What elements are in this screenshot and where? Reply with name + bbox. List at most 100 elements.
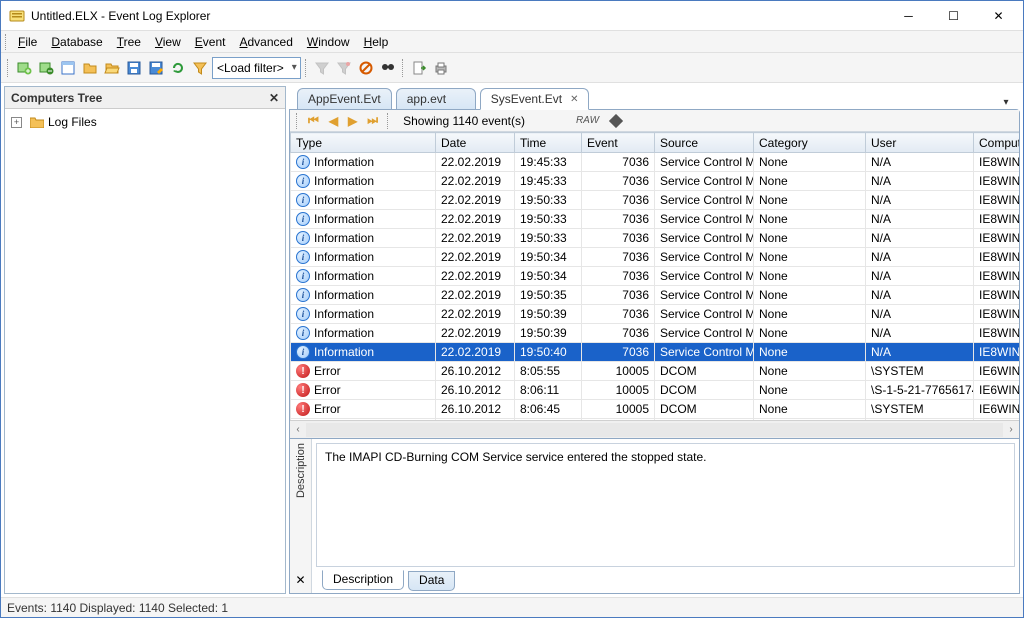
menu-file[interactable]: File [11, 33, 44, 51]
tab-page: ⏮ ◀ ▶ ⏭ Showing 1140 event(s) RAW Type D… [289, 109, 1020, 594]
filter-custom-icon[interactable] [334, 58, 354, 78]
col-category[interactable]: Category [754, 133, 866, 153]
open-log-icon[interactable] [14, 58, 34, 78]
open-folder-icon[interactable] [102, 58, 122, 78]
tab-appevt[interactable]: app.evt [396, 88, 476, 110]
cell-date: 22.02.2019 [436, 324, 515, 343]
cell-source: Service Control Manag [655, 324, 754, 343]
tab-data[interactable]: Data [408, 571, 455, 591]
clear-filter-icon[interactable] [356, 58, 376, 78]
cell-computer: IE8WINXP [974, 172, 1020, 191]
event-grid-wrap[interactable]: Type Date Time Event Source Category Use… [290, 132, 1019, 420]
col-event[interactable]: Event [582, 133, 655, 153]
filter-apply-icon[interactable] [312, 58, 332, 78]
cell-source: Service Control Manag [655, 153, 754, 172]
cell-date: 22.02.2019 [436, 172, 515, 191]
export-icon[interactable] [409, 58, 429, 78]
cell-time: 19:50:33 [515, 191, 582, 210]
cell-computer: IE8WINXP [974, 324, 1020, 343]
cell-computer: IE8WINXP [974, 305, 1020, 324]
panel-header: Computers Tree ✕ [5, 87, 285, 109]
menu-advanced[interactable]: Advanced [232, 33, 299, 51]
open-file-icon[interactable] [80, 58, 100, 78]
tabs-overflow-icon[interactable]: ▾ [998, 94, 1014, 110]
log-view-pane: AppEvent.Evt app.evt SysEvent.Evt ✕ ▾ ⏮ ◀… [289, 86, 1020, 594]
add-remote-icon[interactable] [36, 58, 56, 78]
cell-category: None [754, 191, 866, 210]
print-icon[interactable] [431, 58, 451, 78]
save-as-icon[interactable] [146, 58, 166, 78]
chip-icon[interactable] [609, 114, 623, 128]
table-row[interactable]: iInformation22.02.201919:50:347036Servic… [291, 267, 1020, 286]
table-row[interactable]: iInformation22.02.201919:45:337036Servic… [291, 172, 1020, 191]
save-icon[interactable] [124, 58, 144, 78]
filter-icon[interactable] [190, 58, 210, 78]
cell-type: Information [314, 174, 374, 188]
menu-tree[interactable]: Tree [110, 33, 148, 51]
col-time[interactable]: Time [515, 133, 582, 153]
cell-event: 7036 [582, 343, 655, 362]
col-source[interactable]: Source [655, 133, 754, 153]
table-row[interactable]: iInformation22.02.201919:50:337036Servic… [291, 210, 1020, 229]
find-icon[interactable] [378, 58, 398, 78]
cell-date: 22.02.2019 [436, 153, 515, 172]
description-close-icon[interactable]: ✕ [295, 573, 305, 587]
close-button[interactable]: ✕ [976, 2, 1021, 30]
panel-close-icon[interactable]: ✕ [269, 91, 279, 105]
table-row[interactable]: iInformation22.02.201919:50:347036Servic… [291, 248, 1020, 267]
tree-node-logfiles[interactable]: + Log Files [11, 113, 279, 131]
tab-appevent[interactable]: AppEvent.Evt [297, 88, 392, 110]
prev-icon[interactable]: ◀ [326, 114, 341, 128]
table-row[interactable]: !Error26.10.20128:05:5510005DCOMNone\SYS… [291, 362, 1020, 381]
raw-label: RAW [576, 115, 599, 126]
table-row[interactable]: iInformation22.02.201919:50:407036Servic… [291, 343, 1020, 362]
table-row[interactable]: iInformation22.02.201919:50:337036Servic… [291, 191, 1020, 210]
expand-icon[interactable]: + [11, 117, 22, 128]
last-icon[interactable]: ⏭ [364, 113, 381, 128]
separator [387, 113, 390, 129]
tab-sysevent[interactable]: SysEvent.Evt ✕ [480, 88, 590, 110]
table-row[interactable]: !Error26.10.20128:06:4510005DCOMNone\SYS… [291, 400, 1020, 419]
new-workspace-icon[interactable] [58, 58, 78, 78]
col-user[interactable]: User [866, 133, 974, 153]
scroll-left-icon[interactable]: ‹ [290, 424, 306, 435]
tab-description[interactable]: Description [322, 570, 404, 590]
table-row[interactable]: iInformation22.02.201919:50:337036Servic… [291, 229, 1020, 248]
col-type[interactable]: Type [291, 133, 436, 153]
menu-database[interactable]: Database [44, 33, 109, 51]
table-row[interactable]: iInformation22.02.201919:50:357036Servic… [291, 286, 1020, 305]
refresh-icon[interactable] [168, 58, 188, 78]
hscrollbar[interactable]: ‹ › [290, 420, 1019, 438]
next-icon[interactable]: ▶ [345, 114, 360, 128]
info-icon: i [296, 250, 310, 264]
minimize-button[interactable]: ─ [886, 2, 931, 30]
description-panel: Description ✕ The IMAPI CD-Burning COM S… [290, 438, 1019, 593]
table-row[interactable]: iInformation22.02.201919:45:337036Servic… [291, 153, 1020, 172]
tab-label: SysEvent.Evt [491, 92, 562, 106]
tab-close-icon[interactable]: ✕ [570, 94, 578, 105]
menu-event[interactable]: Event [188, 33, 233, 51]
cell-date: 26.10.2012 [436, 400, 515, 419]
info-icon: i [296, 307, 310, 321]
maximize-button[interactable]: ☐ [931, 2, 976, 30]
cell-event: 7036 [582, 172, 655, 191]
scroll-right-icon[interactable]: › [1003, 424, 1019, 435]
col-computer[interactable]: Computer [974, 133, 1020, 153]
scroll-track[interactable] [306, 423, 1003, 437]
filter-dropdown[interactable]: <Load filter> [212, 57, 301, 79]
first-icon[interactable]: ⏮ [305, 113, 322, 128]
menu-window[interactable]: Window [300, 33, 357, 51]
info-icon: i [296, 174, 310, 188]
menu-help[interactable]: Help [357, 33, 396, 51]
table-row[interactable]: !Error26.10.20128:06:1110005DCOMNone\S-1… [291, 381, 1020, 400]
table-row[interactable]: iInformation22.02.201919:50:397036Servic… [291, 305, 1020, 324]
table-row[interactable]: iInformation22.02.201919:50:397036Servic… [291, 324, 1020, 343]
tree[interactable]: + Log Files [5, 109, 285, 593]
cell-user: N/A [866, 191, 974, 210]
col-date[interactable]: Date [436, 133, 515, 153]
menu-view[interactable]: View [148, 33, 188, 51]
description-text[interactable]: The IMAPI CD-Burning COM Service service… [316, 443, 1015, 567]
cell-time: 19:50:33 [515, 210, 582, 229]
cell-event: 7036 [582, 191, 655, 210]
tab-label: AppEvent.Evt [308, 92, 381, 106]
